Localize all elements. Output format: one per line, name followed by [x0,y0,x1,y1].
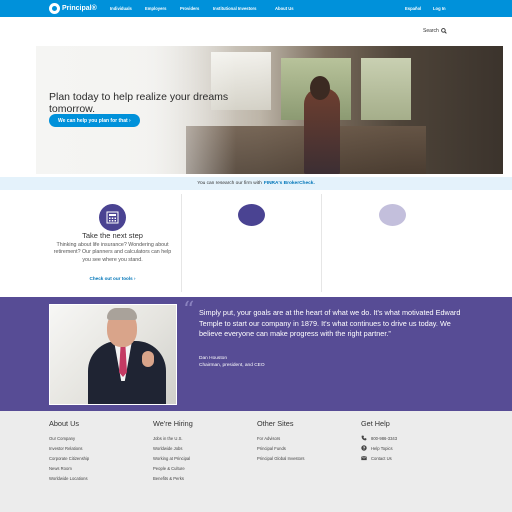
contact-us-link[interactable]: Contact Us [361,453,461,463]
footer-link[interactable]: Worldwide Jobs [153,443,253,453]
ceo-photo [49,304,177,405]
contact-us-label: Contact Us [371,455,392,461]
footer-link[interactable]: Our Company [49,433,149,443]
footer-heading: About Us [49,419,80,428]
card-title: Take the next step [82,231,143,240]
footer-other-sites: Other Sites For Advisors Principal Funds… [257,419,357,464]
footer-about-us: About Us Our Company Investor Relations … [49,419,149,484]
placeholder-icon [238,204,265,226]
feature-cards: Take the next step Thinking about life i… [43,194,463,292]
calculator-icon [99,204,126,231]
nav-log-in[interactable]: Log In [433,0,446,17]
footer-link[interactable]: Worldwide Locations [49,474,149,484]
principal-logo[interactable]: Principal® [49,3,97,14]
footer-link[interactable]: Principal Global Investors [257,453,357,463]
footer-were-hiring: We're Hiring Jobs in the U.S. Worldwide … [153,419,253,484]
footer-link[interactable]: Jobs in the U.S. [153,433,253,443]
footer-link[interactable]: Corporate Citizenship [49,453,149,463]
footer-link[interactable]: News Room [49,464,149,474]
nav-employers[interactable]: Employers [145,0,166,17]
search-button[interactable]: Search [423,28,447,34]
help-icon: ? [361,445,367,451]
svg-text:?: ? [363,446,366,451]
plan-for-that-button[interactable]: We can help you plan for that › [49,114,140,127]
card-next-step: Take the next step Thinking about life i… [43,194,182,292]
phone-icon [361,435,367,441]
quote-author-role: Chairman, president, and CEO [199,363,265,368]
nav-about-us[interactable]: About Us [275,0,294,17]
quote-text: Simply put, your goals are at the heart … [199,308,461,339]
card-placeholder [323,194,462,292]
nav-espanol[interactable]: Español [405,0,421,17]
footer-heading: We're Hiring [153,419,193,428]
phone-link[interactable]: 800-986-3343 [361,433,461,443]
help-topics-label: Help Topics [371,445,393,451]
nav-individuals[interactable]: Individuals [110,0,132,17]
footer-link[interactable]: Principal Funds [257,443,357,453]
footer-link[interactable]: Working at Principal [153,453,253,463]
quote-mark-icon: “ [183,298,195,323]
card-placeholder [183,194,322,292]
mail-icon [361,456,367,461]
footer-link[interactable]: For Advisors [257,433,357,443]
search-icon [440,28,447,34]
hero-title: Plan today to help realize your dreams t… [49,91,229,115]
footer-link[interactable]: People & Culture [153,464,253,474]
brokercheck-notice: You can research our firm with FINRA's B… [0,177,512,190]
help-topics-link[interactable]: ? Help Topics [361,443,461,453]
nav-providers[interactable]: Providers [180,0,199,17]
placeholder-icon [379,204,406,226]
footer-heading: Other Sites [257,419,294,428]
nav-institutional-investors[interactable]: Institutional Investors [213,0,257,17]
search-label: Search [423,28,439,34]
footer-link[interactable]: Investor Relations [49,443,149,453]
notice-text: You can research our firm with [197,181,262,186]
top-nav-bar: Principal® Individuals Employers Provide… [0,0,512,17]
finra-brokercheck-link[interactable]: FINRA's BrokerCheck. [264,181,315,186]
footer-get-help: Get Help 800-986-3343 ? Help Topics Cont… [361,419,461,464]
logo-text: Principal® [62,5,97,12]
footer-link[interactable]: Benefits & Perks [153,474,253,484]
quote-author-name: Dan Houston [199,356,227,361]
footer-heading: Get Help [361,419,390,428]
principal-logo-icon [49,3,60,14]
check-out-tools-link[interactable]: Check out our tools › [43,276,182,281]
phone-number: 800-986-3343 [371,435,398,441]
card-text: Thinking about life insurance? Wondering… [53,242,172,263]
